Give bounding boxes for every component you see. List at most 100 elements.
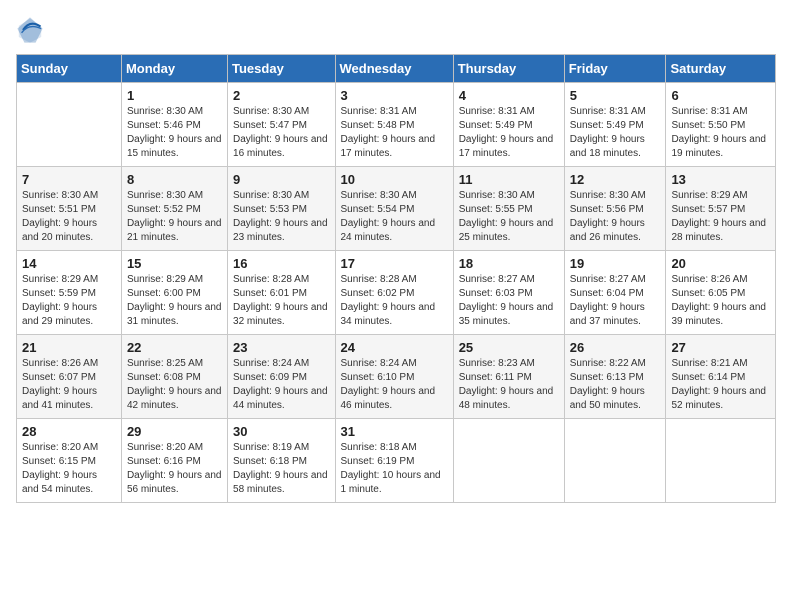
day-cell: 7 Sunrise: 8:30 AMSunset: 5:51 PMDaylight… xyxy=(17,167,122,251)
day-number: 9 xyxy=(233,172,329,187)
day-number: 30 xyxy=(233,424,329,439)
day-detail: Sunrise: 8:30 AMSunset: 5:54 PMDaylight:… xyxy=(341,189,448,245)
day-detail: Sunrise: 8:30 AMSunset: 5:55 PMDaylight:… xyxy=(459,189,559,245)
header-monday: Monday xyxy=(121,55,227,83)
day-cell: 23Sunrise: 8:24 AMSunset: 6:09 PMDayligh… xyxy=(228,335,335,419)
day-cell: 11Sunrise: 8:30 AMSunset: 5:55 PMDayligh… xyxy=(453,167,564,251)
header-tuesday: Tuesday xyxy=(228,55,335,83)
day-detail: Sunrise: 8:30 AMSunset: 5:51 PMDaylight:… xyxy=(22,189,116,245)
day-cell: 31 Sunrise: 8:18 AMSunset: 6:19 PMDayligh… xyxy=(335,419,453,503)
header-wednesday: Wednesday xyxy=(335,55,453,83)
day-cell xyxy=(666,419,776,503)
day-number: 16 xyxy=(233,256,329,271)
week-row-1: 1 Sunrise: 8:30 AMSunset: 5:46 PMDaylight… xyxy=(17,83,776,167)
day-cell: 10Sunrise: 8:30 AMSunset: 5:54 PMDayligh… xyxy=(335,167,453,251)
day-number: 19 xyxy=(570,256,661,271)
day-number: 12 xyxy=(570,172,661,187)
header-thursday: Thursday xyxy=(453,55,564,83)
day-number: 20 xyxy=(671,256,770,271)
day-detail: Sunrise: 8:20 AMSunset: 6:16 PMDaylight:… xyxy=(127,441,222,497)
day-cell: 13 Sunrise: 8:29 AMSunset: 5:57 PMDayligh… xyxy=(666,167,776,251)
day-number: 22 xyxy=(127,340,222,355)
day-cell: 29 Sunrise: 8:20 AMSunset: 6:16 PMDayligh… xyxy=(121,419,227,503)
day-detail: Sunrise: 8:31 AMSunset: 5:50 PMDaylight:… xyxy=(671,105,770,161)
day-number: 28 xyxy=(22,424,116,439)
day-cell: 12 Sunrise: 8:30 AMSunset: 5:56 PMDayligh… xyxy=(564,167,666,251)
day-cell: 14Sunrise: 8:29 AMSunset: 5:59 PMDayligh… xyxy=(17,251,122,335)
day-detail: Sunrise: 8:31 AMSunset: 5:49 PMDaylight:… xyxy=(570,105,661,161)
day-number: 31 xyxy=(341,424,448,439)
day-detail: Sunrise: 8:30 AMSunset: 5:47 PMDaylight:… xyxy=(233,105,329,161)
day-cell: 19 Sunrise: 8:27 AMSunset: 6:04 PMDayligh… xyxy=(564,251,666,335)
calendar-header: Sunday Monday Tuesday Wednesday Thursday… xyxy=(17,55,776,83)
day-number: 1 xyxy=(127,88,222,103)
day-cell: 28 Sunrise: 8:20 AMSunset: 6:15 PMDayligh… xyxy=(17,419,122,503)
day-detail: Sunrise: 8:31 AMSunset: 5:49 PMDaylight:… xyxy=(459,105,559,161)
day-number: 5 xyxy=(570,88,661,103)
day-cell: 27 Sunrise: 8:21 AMSunset: 6:14 PMDayligh… xyxy=(666,335,776,419)
day-detail: Sunrise: 8:30 AMSunset: 5:52 PMDaylight:… xyxy=(127,189,222,245)
day-cell: 1 Sunrise: 8:30 AMSunset: 5:46 PMDaylight… xyxy=(121,83,227,167)
week-row-4: 21Sunrise: 8:26 AMSunset: 6:07 PMDayligh… xyxy=(17,335,776,419)
day-detail: Sunrise: 8:28 AMSunset: 6:01 PMDaylight:… xyxy=(233,273,329,329)
day-number: 18 xyxy=(459,256,559,271)
day-detail: Sunrise: 8:26 AMSunset: 6:07 PMDaylight:… xyxy=(22,357,116,413)
day-detail: Sunrise: 8:24 AMSunset: 6:09 PMDaylight:… xyxy=(233,357,329,413)
day-detail: Sunrise: 8:30 AMSunset: 5:53 PMDaylight:… xyxy=(233,189,329,245)
day-cell: 18Sunrise: 8:27 AMSunset: 6:03 PMDayligh… xyxy=(453,251,564,335)
day-cell xyxy=(453,419,564,503)
day-cell: 6 Sunrise: 8:31 AMSunset: 5:50 PMDaylight… xyxy=(666,83,776,167)
day-detail: Sunrise: 8:20 AMSunset: 6:15 PMDaylight:… xyxy=(22,441,116,497)
day-detail: Sunrise: 8:23 AMSunset: 6:11 PMDaylight:… xyxy=(459,357,559,413)
day-number: 7 xyxy=(22,172,116,187)
day-detail: Sunrise: 8:24 AMSunset: 6:10 PMDaylight:… xyxy=(341,357,448,413)
day-detail: Sunrise: 8:29 AMSunset: 5:57 PMDaylight:… xyxy=(671,189,770,245)
day-cell: 22 Sunrise: 8:25 AMSunset: 6:08 PMDayligh… xyxy=(121,335,227,419)
day-detail: Sunrise: 8:30 AMSunset: 5:46 PMDaylight:… xyxy=(127,105,222,161)
calendar-table: Sunday Monday Tuesday Wednesday Thursday… xyxy=(16,54,776,503)
day-cell: 30 Sunrise: 8:19 AMSunset: 6:18 PMDayligh… xyxy=(228,419,335,503)
header-saturday: Saturday xyxy=(666,55,776,83)
day-detail: Sunrise: 8:25 AMSunset: 6:08 PMDaylight:… xyxy=(127,357,222,413)
day-number: 14 xyxy=(22,256,116,271)
day-number: 25 xyxy=(459,340,559,355)
day-cell: 24 Sunrise: 8:24 AMSunset: 6:10 PMDayligh… xyxy=(335,335,453,419)
logo xyxy=(16,16,46,44)
calendar-body: 1 Sunrise: 8:30 AMSunset: 5:46 PMDaylight… xyxy=(17,83,776,503)
day-detail: Sunrise: 8:19 AMSunset: 6:18 PMDaylight:… xyxy=(233,441,329,497)
day-number: 17 xyxy=(341,256,448,271)
day-cell: 17 Sunrise: 8:28 AMSunset: 6:02 PMDayligh… xyxy=(335,251,453,335)
day-detail: Sunrise: 8:27 AMSunset: 6:04 PMDaylight:… xyxy=(570,273,661,329)
day-detail: Sunrise: 8:31 AMSunset: 5:48 PMDaylight:… xyxy=(341,105,448,161)
day-detail: Sunrise: 8:28 AMSunset: 6:02 PMDaylight:… xyxy=(341,273,448,329)
day-number: 24 xyxy=(341,340,448,355)
header-friday: Friday xyxy=(564,55,666,83)
day-cell: 20Sunrise: 8:26 AMSunset: 6:05 PMDayligh… xyxy=(666,251,776,335)
day-number: 13 xyxy=(671,172,770,187)
day-cell: 5 Sunrise: 8:31 AMSunset: 5:49 PMDaylight… xyxy=(564,83,666,167)
day-number: 29 xyxy=(127,424,222,439)
day-cell: 15Sunrise: 8:29 AMSunset: 6:00 PMDayligh… xyxy=(121,251,227,335)
day-detail: Sunrise: 8:21 AMSunset: 6:14 PMDaylight:… xyxy=(671,357,770,413)
day-cell: 26Sunrise: 8:22 AMSunset: 6:13 PMDayligh… xyxy=(564,335,666,419)
day-number: 4 xyxy=(459,88,559,103)
day-number: 3 xyxy=(341,88,448,103)
day-cell: 9 Sunrise: 8:30 AMSunset: 5:53 PMDaylight… xyxy=(228,167,335,251)
day-number: 26 xyxy=(570,340,661,355)
day-cell: 2 Sunrise: 8:30 AMSunset: 5:47 PMDaylight… xyxy=(228,83,335,167)
day-cell xyxy=(17,83,122,167)
day-number: 2 xyxy=(233,88,329,103)
week-row-5: 28 Sunrise: 8:20 AMSunset: 6:15 PMDayligh… xyxy=(17,419,776,503)
header-sunday: Sunday xyxy=(17,55,122,83)
day-number: 27 xyxy=(671,340,770,355)
day-number: 6 xyxy=(671,88,770,103)
week-row-2: 7 Sunrise: 8:30 AMSunset: 5:51 PMDaylight… xyxy=(17,167,776,251)
day-detail: Sunrise: 8:18 AMSunset: 6:19 PMDaylight:… xyxy=(341,441,448,497)
day-cell: 3 Sunrise: 8:31 AMSunset: 5:48 PMDaylight… xyxy=(335,83,453,167)
day-cell: 16 Sunrise: 8:28 AMSunset: 6:01 PMDayligh… xyxy=(228,251,335,335)
day-cell: 4 Sunrise: 8:31 AMSunset: 5:49 PMDaylight… xyxy=(453,83,564,167)
logo-icon xyxy=(16,16,44,44)
day-detail: Sunrise: 8:30 AMSunset: 5:56 PMDaylight:… xyxy=(570,189,661,245)
day-cell: 25 Sunrise: 8:23 AMSunset: 6:11 PMDayligh… xyxy=(453,335,564,419)
day-cell xyxy=(564,419,666,503)
